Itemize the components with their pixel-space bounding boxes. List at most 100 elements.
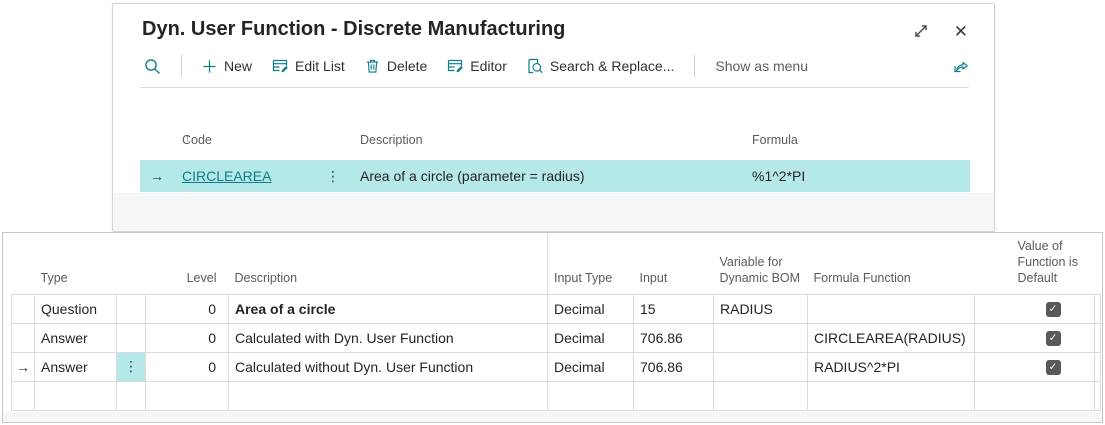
plus-icon [202,59,217,74]
column-header-input-type[interactable]: Input Type [547,233,634,294]
input-cell[interactable] [633,380,714,411]
empty-list-area [113,193,994,231]
table-row[interactable]: Answer 0 Calculated with Dyn. User Funct… [11,322,1101,353]
level-cell[interactable]: 0 [145,351,229,382]
current-row-arrow-icon: → [11,351,35,382]
input-type-cell[interactable]: Decimal [547,293,634,324]
dyn-user-function-dialog: Dyn. User Function - Discrete Manufactur… [112,3,995,232]
function-row-selected[interactable]: → CIRCLEAREA ⋮ Area of a circle (paramet… [140,160,970,192]
toolbar-divider [181,55,182,77]
current-row-arrow-icon: → [150,168,164,184]
formula-function-cell[interactable] [807,293,975,324]
type-cell[interactable]: Question [34,293,117,324]
value-default-cell: ✓ [974,351,1095,382]
column-header-type[interactable]: Type [35,233,117,294]
edit-list-icon [272,58,288,74]
value-default-cell: ✓ [974,380,1095,411]
show-as-menu-button[interactable]: Show as menu [715,58,808,74]
toolbar: New Edit List Delete Editor Search & Rep… [113,50,994,82]
code-link[interactable]: CIRCLEAREA [182,160,271,192]
search-icon[interactable] [144,58,161,75]
trash-icon [365,58,380,74]
input-cell[interactable]: 706.86 [633,351,714,382]
right-gutter-cell [1094,380,1101,411]
input-type-cell[interactable]: Decimal [547,351,634,382]
editor-icon [447,58,464,74]
check-icon: ✓ [1048,303,1058,316]
variable-cell[interactable] [713,322,808,353]
description-cell[interactable]: Area of a circle [228,293,548,324]
level-cell[interactable]: 0 [145,322,229,353]
formula-function-cell[interactable]: RADIUS^2*PI [807,351,975,382]
row-menu-cell[interactable] [116,322,146,353]
value-default-cell: ✓ [974,293,1095,324]
row-selector-cell[interactable] [11,293,35,324]
lines-header-row: Type Level Description Input Type Input … [12,233,1101,294]
column-header-level[interactable]: Level [146,233,229,294]
type-cell[interactable] [34,380,117,411]
new-button[interactable]: New [202,58,252,74]
type-cell[interactable]: Answer [34,322,117,353]
search-replace-button[interactable]: Search & Replace... [527,58,674,74]
editor-button[interactable]: Editor [447,58,507,74]
table-row-empty[interactable]: ✓ [11,380,1101,411]
column-header-gutter [12,233,35,294]
input-type-cell[interactable] [547,380,634,411]
column-header-input[interactable]: Input [634,233,714,294]
check-icon: ✓ [1048,361,1058,374]
column-header-variable-for-dynamic-bom[interactable]: Variable for Dynamic BOM [714,233,808,294]
value-default-checkbox[interactable]: ✓ [1045,301,1061,317]
column-header-value-of-function-is-default[interactable]: Value of Function is Default [975,233,1095,294]
right-gutter-cell [1094,322,1101,353]
input-type-cell[interactable]: Decimal [547,322,634,353]
close-icon[interactable]: ✕ [954,23,968,40]
column-header-description[interactable]: Description [229,233,548,294]
level-cell[interactable] [145,380,229,411]
table-row[interactable]: Question 0 Area of a circle Decimal 15 R… [11,293,1101,324]
lines-table: Type Level Description Input Type Input … [11,233,1101,411]
value-default-checkbox[interactable]: ✓ [1045,330,1061,346]
value-default-cell: ✓ [974,322,1095,353]
window-controls: ✕ [912,22,968,40]
search-replace-icon [527,58,543,74]
formula-function-cell[interactable]: CIRCLEAREA(RADIUS) [807,322,975,353]
right-gutter-cell [1094,293,1101,324]
column-header-rowmenu [117,233,146,294]
formula-function-cell[interactable] [807,380,975,411]
delete-button[interactable]: Delete [365,58,427,74]
dialog-header: Dyn. User Function - Discrete Manufactur… [113,4,994,41]
description-cell[interactable]: Calculated without Dyn. User Function [228,351,548,382]
table-row-current[interactable]: → Answer ⋮ 0 Calculated without Dyn. Use… [11,351,1101,382]
column-header-formula-function[interactable]: Formula Function [808,233,975,294]
function-description[interactable]: Area of a circle (parameter = radius) [360,160,584,192]
column-header-description[interactable]: Description [360,133,423,147]
row-menu-cell[interactable] [116,380,146,411]
description-cell[interactable]: Calculated with Dyn. User Function [228,322,548,353]
input-cell[interactable]: 706.86 [633,322,714,353]
share-icon[interactable] [952,58,969,74]
variable-cell[interactable] [713,351,808,382]
page-title: Dyn. User Function - Discrete Manufactur… [142,18,566,40]
toolbar-divider [694,55,696,77]
edit-list-button[interactable]: Edit List [272,58,345,74]
column-header-right-gutter [1095,233,1101,294]
column-header-formula[interactable]: Formula [752,133,798,147]
row-menu-icon[interactable]: ⋮ [326,160,340,192]
row-menu-icon[interactable]: ⋮ [116,351,146,382]
level-cell[interactable]: 0 [145,293,229,324]
row-selector-cell[interactable] [11,380,35,411]
input-cell[interactable]: 15 [633,293,714,324]
row-selector-cell[interactable] [11,322,35,353]
panel-bottom-strip [3,412,1102,422]
variable-cell[interactable]: RADIUS [713,293,808,324]
check-icon: ✓ [1048,332,1058,345]
value-default-checkbox[interactable]: ✓ [1045,359,1061,375]
simulation-lines-panel: Type Level Description Input Type Input … [2,232,1103,423]
type-cell[interactable]: Answer [34,351,117,382]
function-formula[interactable]: %1^2*PI [752,160,805,192]
row-menu-cell[interactable] [116,293,146,324]
variable-cell[interactable] [713,380,808,411]
sort-ascending-icon: ↑ [185,132,191,144]
expand-icon[interactable] [912,22,930,40]
description-cell[interactable] [228,380,548,411]
